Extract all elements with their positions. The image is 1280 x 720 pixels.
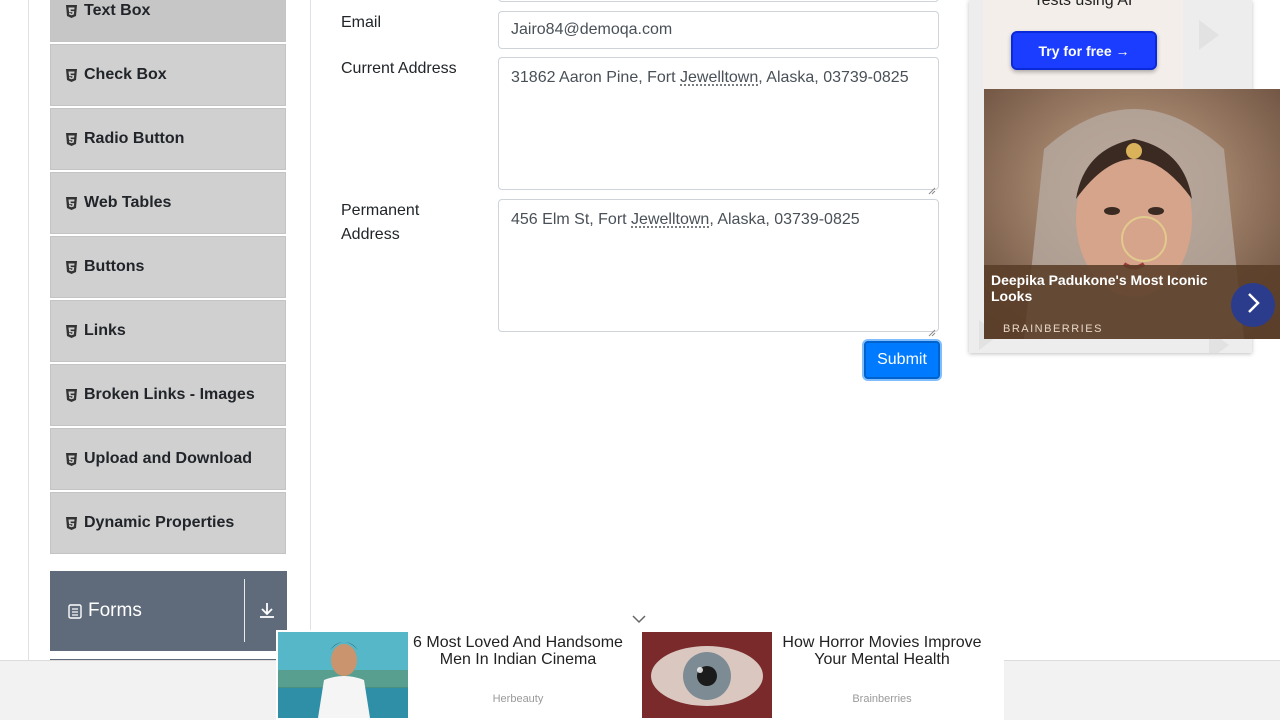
ad-card-source: Herbeauty xyxy=(492,693,544,705)
ad-card-title[interactable]: How Horror Movies Improve Your Mental He… xyxy=(777,634,987,668)
ad-card-title[interactable]: 6 Most Loved And Handsome Men In Indian … xyxy=(413,634,623,668)
sidebar-item-radio-button[interactable]: Radio Button xyxy=(50,108,286,170)
page: Text Box Check Box Radio Button Web Tabl… xyxy=(0,0,1280,720)
html5-icon xyxy=(65,68,77,82)
ad-card-source: Brainberries xyxy=(852,693,912,705)
sidebar-item-text-box[interactable]: Text Box xyxy=(50,0,286,42)
sidebar-item-label: Radio Button xyxy=(84,130,185,147)
sidebar-item-web-tables[interactable]: Web Tables xyxy=(50,172,286,234)
resize-handle-icon[interactable] xyxy=(928,179,936,195)
name-field-partial[interactable] xyxy=(498,0,939,2)
submit-button[interactable]: Submit xyxy=(864,341,940,379)
sidebar-item-label: Upload and Download xyxy=(84,450,252,467)
elements-menu-list: Text Box Check Box Radio Button Web Tabl… xyxy=(50,0,286,556)
html5-icon xyxy=(65,388,77,402)
sidebar-item-label: Buttons xyxy=(84,258,145,275)
html5-icon xyxy=(65,452,77,466)
chevron-down-icon[interactable] xyxy=(631,612,647,630)
group-header-divider xyxy=(244,579,245,642)
current-address-label: Current Address xyxy=(341,60,457,77)
html5-icon xyxy=(65,516,77,530)
sidebar-item-label: Web Tables xyxy=(84,194,172,211)
group-header-label: Forms xyxy=(88,600,142,621)
html5-icon xyxy=(65,132,77,146)
permanent-address-spellcheck-word: Jewelltown xyxy=(631,211,710,228)
permanent-address-label-line1: Permanent xyxy=(341,202,420,219)
sidebar-item-label: Text Box xyxy=(84,2,151,19)
sidebar-right-border xyxy=(310,0,311,720)
email-value: Jairo84@demoqa.com xyxy=(511,21,673,38)
permanent-address-text-end: , Alaska, 03739-0825 xyxy=(709,211,860,228)
permanent-address-label-line2: Address xyxy=(341,226,400,243)
current-address-textarea[interactable]: 31862 Aaron Pine, Fort Jewelltown, Alask… xyxy=(498,57,939,195)
group-header-forms[interactable]: Forms xyxy=(50,571,287,651)
sidebar-item-check-box[interactable]: Check Box xyxy=(50,44,286,106)
current-address-text-end: , Alaska, 03739-0825 xyxy=(758,69,909,86)
expand-arrow-icon[interactable] xyxy=(258,601,276,625)
sidebar-item-broken-links[interactable]: Broken Links - Images xyxy=(50,364,286,426)
sidebar-item-label: Dynamic Properties xyxy=(84,514,235,531)
permanent-address-textarea[interactable]: 456 Elm St, Fort Jewelltown, Alaska, 037… xyxy=(498,199,939,337)
permanent-address-text-start: 456 Elm St, Fort xyxy=(511,211,632,228)
ad-card-image-man[interactable] xyxy=(278,632,408,718)
current-address-text-start: 31862 Aaron Pine, Fort xyxy=(511,69,680,86)
permanent-address-label: Permanent Address xyxy=(341,199,419,247)
sidebar-item-label: Broken Links - Images xyxy=(84,386,255,403)
ad-headline: Tests using AI xyxy=(1033,0,1133,9)
sidebar-item-upload-download[interactable]: Upload and Download xyxy=(50,428,286,490)
html5-icon xyxy=(65,4,77,18)
try-for-free-button[interactable]: Try for free → xyxy=(1011,31,1157,70)
html5-icon xyxy=(65,196,77,210)
document-icon xyxy=(68,603,82,619)
html5-icon xyxy=(65,324,77,338)
sidebar-item-label: Check Box xyxy=(84,66,167,83)
html5-icon xyxy=(65,260,77,274)
chevron-right-icon xyxy=(1245,292,1261,319)
ad-next-button[interactable] xyxy=(1231,283,1275,327)
email-field[interactable]: Jairo84@demoqa.com xyxy=(498,11,939,49)
sidebar-item-dynamic-properties[interactable]: Dynamic Properties xyxy=(50,492,286,554)
email-label: Email xyxy=(341,14,382,31)
resize-handle-icon[interactable] xyxy=(928,321,936,337)
sidebar-left-border xyxy=(28,0,29,720)
sidebar-item-label: Links xyxy=(84,322,126,339)
sidebar-item-buttons[interactable]: Buttons xyxy=(50,236,286,298)
ad-caption-brand: BRAINBERRIES xyxy=(1003,323,1103,335)
ad-caption-title: Deepika Padukone's Most Iconic Looks xyxy=(991,272,1208,304)
sidebar-item-links[interactable]: Links xyxy=(50,300,286,362)
ad-card-image-eye[interactable] xyxy=(642,632,772,718)
current-address-spellcheck-word: Jewelltown xyxy=(680,69,759,86)
